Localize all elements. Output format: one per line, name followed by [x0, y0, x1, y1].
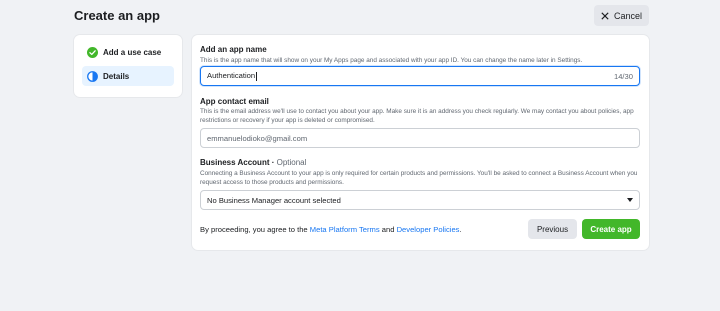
business-account-select[interactable]: No Business Manager account selected	[200, 190, 640, 210]
developer-policies-link[interactable]: Developer Policies	[397, 225, 460, 234]
previous-button[interactable]: Previous	[528, 219, 577, 239]
business-account-label: Business Account · Optional	[200, 158, 307, 167]
dropdown-caret-icon	[627, 198, 633, 202]
cancel-label: Cancel	[613, 10, 642, 21]
app-name-value: Authentication	[207, 71, 256, 81]
char-counter: 14/30	[613, 71, 633, 81]
step-label: Details	[103, 71, 130, 81]
create-app-button[interactable]: Create app	[582, 219, 640, 239]
meta-platform-terms-link[interactable]: Meta Platform Terms	[310, 225, 380, 234]
close-icon	[601, 11, 609, 20]
business-account-selected: No Business Manager account selected	[207, 195, 341, 205]
contact-email-label: App contact email	[200, 97, 269, 106]
details-form: Add an app name This is the app name tha…	[192, 35, 649, 250]
app-name-input[interactable]: Authentication 14/30	[200, 66, 640, 86]
page-title: Create an app	[74, 8, 160, 23]
app-name-help: This is the app name that will show on y…	[200, 57, 583, 64]
half-circle-icon	[87, 70, 98, 82]
check-circle-icon	[87, 46, 98, 58]
contact-email-input[interactable]: emmanuelodioko@gmail.com	[200, 128, 640, 148]
contact-email-value: emmanuelodioko@gmail.com	[207, 133, 308, 143]
optional-tag: Optional	[276, 158, 307, 167]
step-details[interactable]: Details	[82, 66, 174, 86]
contact-email-help: This is the email address we'll use to c…	[200, 108, 634, 124]
terms-notice: By proceeding, you agree to the Meta Pla…	[200, 225, 462, 234]
step-add-use-case[interactable]: Add a use case	[82, 42, 174, 62]
step-label: Add a use case	[103, 47, 162, 57]
steps-panel: Add a use case Details	[74, 35, 182, 97]
business-account-help: Connecting a Business Account to your ap…	[200, 170, 638, 186]
app-name-label: Add an app name	[200, 45, 267, 54]
cancel-button[interactable]: Cancel	[594, 5, 649, 26]
